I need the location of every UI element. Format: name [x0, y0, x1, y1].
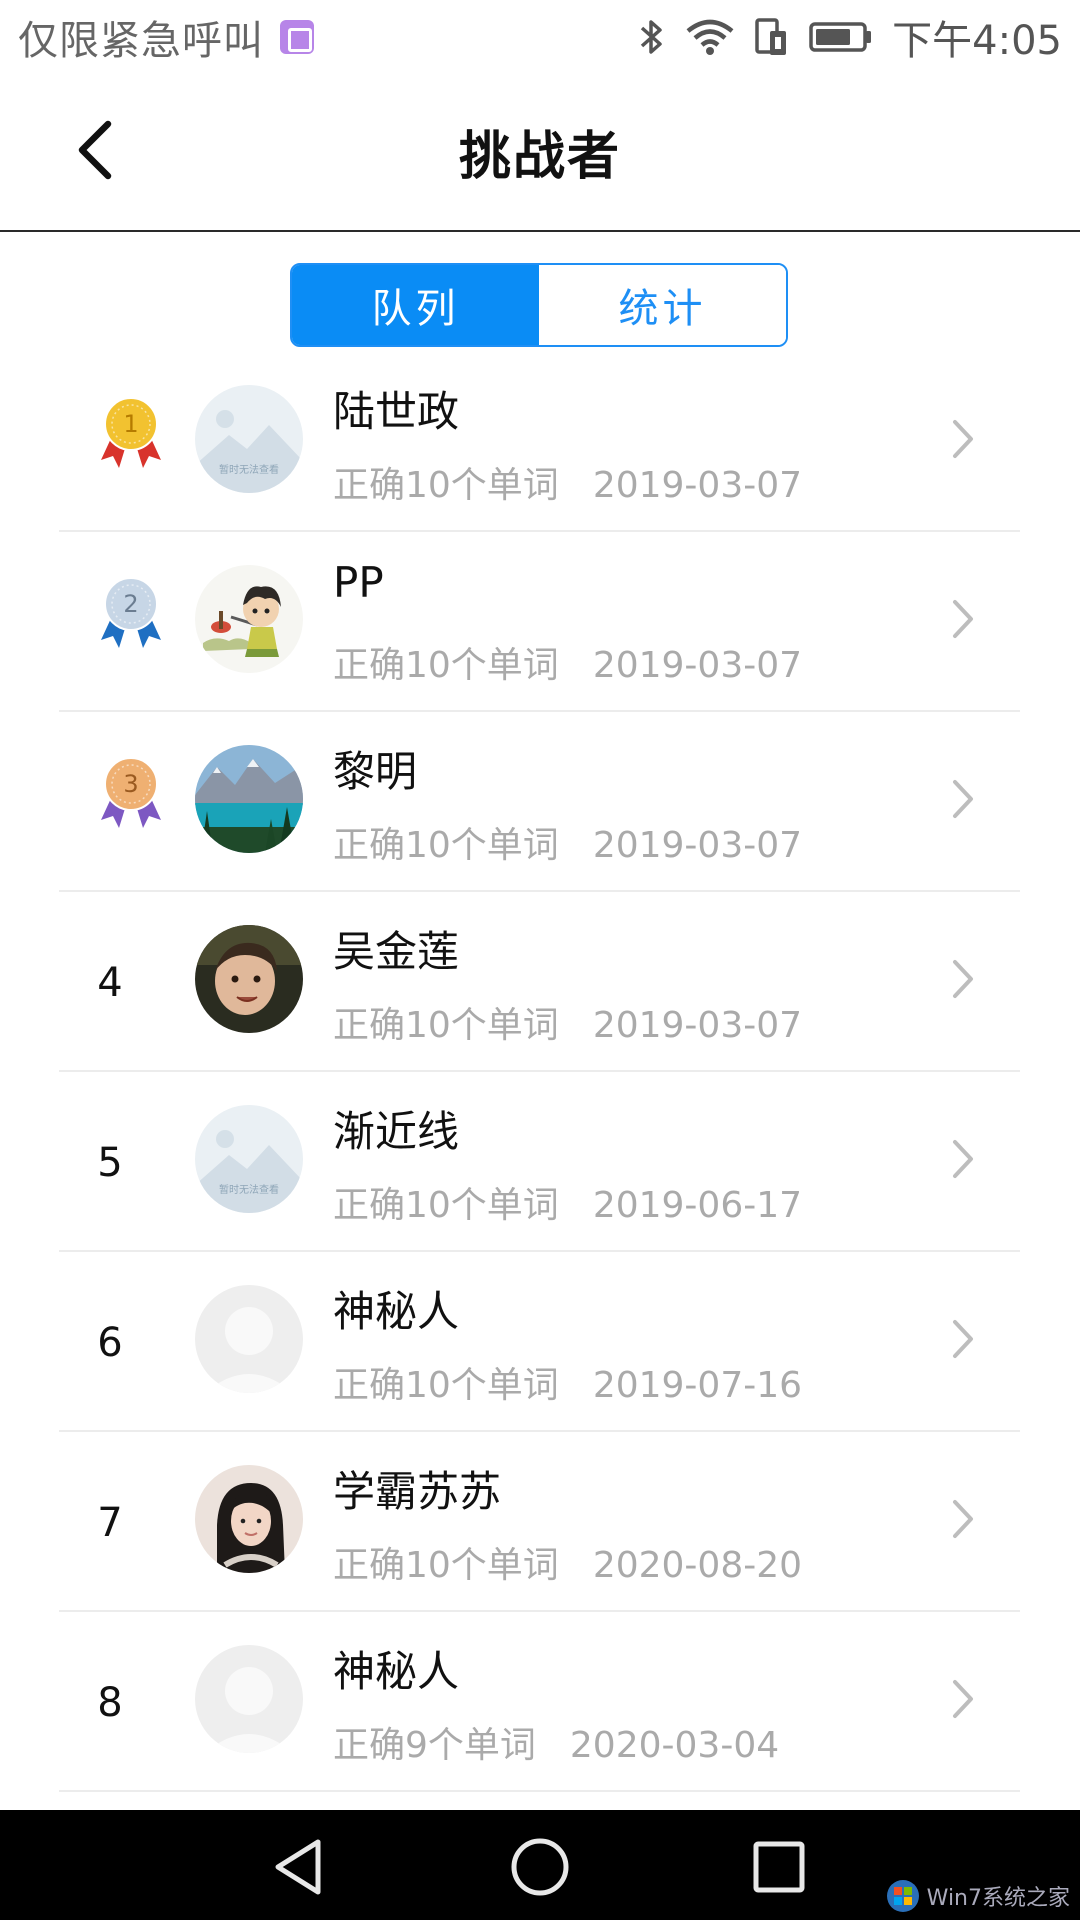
correct-count: 正确10个单词	[333, 1005, 559, 1046]
list-item[interactable]: 1 暂时无法查看 陆世政 正确10个单词 2019-03-07	[0, 352, 1080, 532]
challenge-date: 2019-03-07	[592, 645, 803, 686]
list-item[interactable]: 2 PP 正确10个单词 2019-03-07	[0, 532, 1080, 712]
result-meta: 正确10个单词 2019-06-17	[333, 1176, 802, 1228]
user-name: 学霸苏苏	[333, 1467, 502, 1516]
chevron-right-icon	[953, 1680, 973, 1718]
watermark-text: Win7系统之家	[926, 1886, 1070, 1911]
user-name: 神秘人	[333, 1647, 460, 1696]
avatar	[195, 1645, 303, 1753]
list-item[interactable]: 7 学霸苏苏 正确10个单词 2020-08-20	[0, 1432, 1080, 1612]
svg-text:3: 3	[123, 770, 138, 798]
list-item[interactable]: 6 神秘人 正确10个单词 2019-07-16	[0, 1252, 1080, 1432]
result-meta: 正确10个单词 2019-03-07	[333, 996, 802, 1048]
challenge-date: 2020-08-20	[592, 1545, 803, 1586]
correct-count: 正确10个单词	[333, 1545, 559, 1586]
rank-number: 8	[97, 1680, 123, 1726]
segmented-tabs: 队列 统计	[290, 263, 788, 347]
avatar	[195, 565, 303, 673]
battery-icon	[809, 22, 872, 52]
correct-count: 正确10个单词	[333, 1185, 559, 1226]
carrier-text: 仅限紧急呼叫	[18, 18, 264, 64]
avatar	[195, 925, 303, 1033]
rank-number: 4	[97, 960, 123, 1006]
user-name: PP	[333, 558, 384, 607]
medal-3-icon: 3	[101, 757, 161, 828]
tab-queue[interactable]: 队列	[292, 265, 539, 345]
challenge-date: 2019-03-07	[592, 1005, 803, 1046]
image-notification-icon	[280, 20, 314, 54]
nav-recents-icon[interactable]	[744, 1832, 814, 1902]
list-item[interactable]: 8 神秘人 正确9个单词 2020-03-04	[0, 1612, 1080, 1792]
user-name: 黎明	[333, 747, 418, 796]
list-item[interactable]: 5 暂时无法查看 渐近线 正确10个单词 2019-06-17	[0, 1072, 1080, 1252]
svg-text:暂时无法查看: 暂时无法查看	[219, 1183, 279, 1196]
result-meta: 正确10个单词 2019-07-16	[333, 1356, 802, 1408]
result-meta: 正确10个单词 2020-08-20	[333, 1536, 802, 1588]
chevron-right-icon	[953, 780, 973, 818]
result-meta: 正确10个单词 2019-03-07	[333, 816, 802, 868]
chevron-right-icon	[953, 960, 973, 998]
svg-text:暂时无法查看: 暂时无法查看	[219, 463, 279, 476]
chevron-right-icon	[953, 600, 973, 638]
sim-card-icon	[755, 18, 787, 55]
challenger-list: 1 暂时无法查看 陆世政 正确10个单词 2019-03-07 2 PP 正确1…	[0, 352, 1080, 1792]
chevron-right-icon	[953, 1320, 973, 1358]
challenge-date: 2019-07-16	[592, 1365, 803, 1406]
result-meta: 正确10个单词 2019-03-07	[333, 636, 802, 688]
svg-text:1: 1	[123, 410, 138, 438]
list-item[interactable]: 3 黎明 正确10个单词 2019-03-07	[0, 712, 1080, 892]
user-name: 神秘人	[333, 1287, 460, 1336]
watermark: Win7系统之家	[885, 1876, 1070, 1916]
app-header: 挑战者	[0, 74, 1080, 232]
chevron-right-icon	[953, 1500, 973, 1538]
list-item[interactable]: 4 吴金莲 正确10个单词 2019-03-07	[0, 892, 1080, 1072]
correct-count: 正确10个单词	[333, 645, 559, 686]
medal-1-icon: 1	[101, 397, 161, 468]
avatar: 暂时无法查看	[195, 1105, 303, 1213]
nav-home-icon[interactable]	[505, 1832, 575, 1902]
correct-count: 正确9个单词	[333, 1725, 536, 1766]
challenge-date: 2020-03-04	[569, 1725, 780, 1766]
avatar	[195, 745, 303, 853]
wifi-icon	[686, 19, 734, 55]
clock: 下午4:05	[892, 18, 1062, 64]
avatar	[195, 1465, 303, 1573]
avatar: 暂时无法查看	[195, 385, 303, 493]
challenge-date: 2019-03-07	[592, 465, 803, 506]
tab-statistics[interactable]: 统计	[539, 265, 786, 345]
medal-2-icon: 2	[101, 577, 161, 648]
page-title: 挑战者	[458, 127, 621, 187]
user-name: 吴金莲	[333, 927, 460, 976]
user-name: 渐近线	[333, 1107, 460, 1156]
result-meta: 正确10个单词 2019-03-07	[333, 456, 802, 508]
correct-count: 正确10个单词	[333, 825, 559, 866]
nav-back-icon[interactable]	[266, 1832, 336, 1902]
svg-text:2: 2	[123, 590, 138, 618]
rank-number: 7	[97, 1500, 123, 1546]
chevron-right-icon	[953, 1140, 973, 1178]
row-divider	[59, 1790, 1020, 1792]
challenge-date: 2019-06-17	[592, 1185, 803, 1226]
challenge-date: 2019-03-07	[592, 825, 803, 866]
user-name: 陆世政	[333, 387, 460, 436]
avatar	[195, 1285, 303, 1393]
status-bar: 仅限紧急呼叫 下午4:05	[0, 0, 1080, 74]
windows-logo-icon	[886, 1880, 919, 1912]
chevron-right-icon	[953, 420, 973, 458]
rank-number: 5	[97, 1140, 123, 1186]
correct-count: 正确10个单词	[333, 1365, 559, 1406]
correct-count: 正确10个单词	[333, 465, 559, 506]
result-meta: 正确9个单词 2020-03-04	[333, 1716, 779, 1768]
bluetooth-icon	[641, 20, 662, 54]
rank-number: 6	[97, 1320, 123, 1366]
